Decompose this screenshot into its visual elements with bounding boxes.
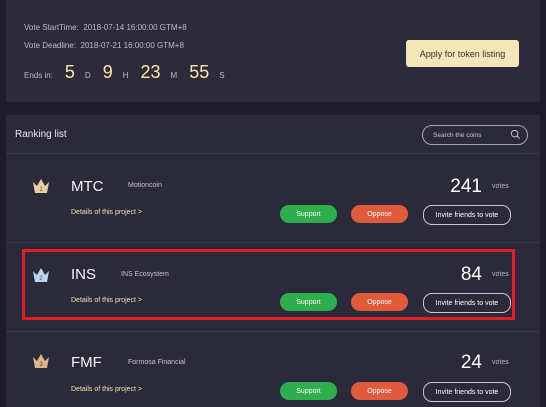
vote-info-panel: Vote StartTime: 2018-07-14 16:00:00 GTM+… <box>6 0 540 102</box>
ends-in-label: Ends in: <box>24 71 53 80</box>
vote-deadline-label: Vote Deadline: <box>24 41 77 50</box>
ranking-list-title: Ranking list <box>15 129 67 140</box>
row-divider <box>6 242 540 243</box>
project-name: Motioncoin <box>128 182 162 189</box>
apply-token-listing-button[interactable]: Apply for token listing <box>406 40 519 67</box>
vote-deadline-value: 2018-07-21 16:00:00 GTM+8 <box>80 41 184 50</box>
vote-start-label: Vote StartTime: <box>24 23 79 32</box>
countdown-days-unit: D <box>84 71 91 80</box>
search-box[interactable] <box>422 125 528 145</box>
vote-count: 24 <box>460 352 482 373</box>
votes-label: votes <box>492 359 509 366</box>
vote-start-value: 2018-07-14 16:00:00 GTM+8 <box>83 23 187 32</box>
countdown-seconds: 55 <box>189 62 210 82</box>
oppose-button[interactable]: Oppose <box>351 205 408 223</box>
vote-deadline: Vote Deadline: 2018-07-21 16:00:00 GTM+8 <box>24 41 184 50</box>
support-button[interactable]: Support <box>280 382 337 400</box>
countdown: Ends in: 5 D 9 H 23 M 55 S <box>24 62 237 83</box>
countdown-hours-unit: H <box>122 71 129 80</box>
invite-friends-button[interactable]: Invite friends to vote <box>423 382 511 402</box>
search-icon[interactable] <box>510 129 521 140</box>
project-row: 3 FMF Formosa Financial 24 votes Details… <box>6 347 540 407</box>
project-details-link[interactable]: Details of this project > <box>71 386 142 393</box>
countdown-minutes-unit: M <box>170 71 178 80</box>
countdown-hours: 9 <box>102 62 113 82</box>
oppose-button[interactable]: Oppose <box>351 382 408 400</box>
ranking-header: Ranking list <box>6 115 540 154</box>
project-details-link[interactable]: Details of this project > <box>71 209 142 216</box>
row-divider <box>6 331 540 332</box>
vote-count: 241 <box>450 176 482 197</box>
support-button[interactable]: Support <box>280 205 337 223</box>
search-input[interactable] <box>431 130 515 140</box>
votes-label: votes <box>492 183 509 190</box>
project-symbol: MTC <box>71 178 104 195</box>
invite-friends-button[interactable]: Invite friends to vote <box>423 205 511 225</box>
countdown-seconds-unit: S <box>219 71 225 80</box>
project-row: 1 MTC Motioncoin 241 votes Details of th… <box>6 171 540 235</box>
highlight-box <box>22 249 515 320</box>
countdown-days: 5 <box>64 62 75 82</box>
crown-rank-1-icon: 1 <box>33 179 49 193</box>
countdown-minutes: 23 <box>140 62 161 82</box>
crown-rank-3-icon: 3 <box>33 354 49 368</box>
project-name: Formosa Financial <box>128 359 186 366</box>
project-symbol: FMF <box>71 354 102 371</box>
vote-start-time: Vote StartTime: 2018-07-14 16:00:00 GTM+… <box>24 23 187 32</box>
